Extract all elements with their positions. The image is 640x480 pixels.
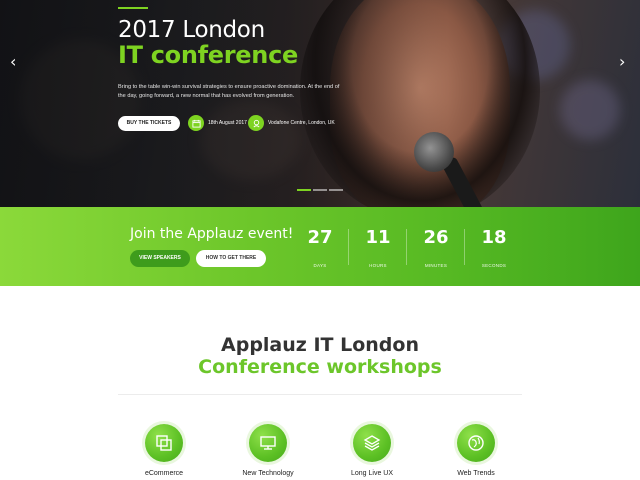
workshops-title-line2: Conference workshops bbox=[198, 356, 442, 378]
countdown-hours-unit: HOURS bbox=[369, 263, 387, 268]
countdown-days-unit: DAYS bbox=[313, 263, 327, 268]
view-speakers-button[interactable]: VIEW SPEAKERS bbox=[130, 250, 190, 267]
slide-dot[interactable] bbox=[313, 189, 327, 191]
how-to-get-there-button[interactable]: HOW TO GET THERE bbox=[196, 250, 266, 267]
globe-icon bbox=[457, 424, 495, 462]
workshop-label: eCommerce bbox=[144, 470, 184, 477]
buy-tickets-button[interactable]: BUY THE TICKETS bbox=[118, 116, 180, 131]
countdown-seconds: 18 SECONDS bbox=[466, 227, 522, 268]
countdown-minutes-value: 26 bbox=[423, 227, 449, 248]
event-date-label: 18th August 2017 bbox=[208, 120, 247, 126]
countdown-hours-value: 11 bbox=[365, 227, 391, 248]
join-event-heading: Join the Applauz event! bbox=[130, 226, 294, 242]
event-date: 18th August 2017 bbox=[188, 115, 247, 131]
slide-dot[interactable] bbox=[329, 189, 343, 191]
title-accent-line bbox=[118, 7, 148, 9]
hero-title-line1: 2017 London bbox=[118, 17, 265, 43]
countdown-divider bbox=[348, 229, 349, 265]
event-location: Vodafone Centre, London, UK bbox=[248, 115, 335, 131]
hero-description: Bring to the table win-win survival stra… bbox=[118, 84, 340, 99]
monitor-icon bbox=[249, 424, 287, 462]
countdown-seconds-unit: SECONDS bbox=[481, 263, 507, 268]
workshop-label: Web Trends bbox=[457, 470, 495, 477]
countdown-hours: 11 HOURS bbox=[350, 227, 406, 268]
countdown-minutes-unit: MINUTES bbox=[424, 263, 448, 268]
countdown-divider bbox=[406, 229, 407, 265]
workshop-web-trends[interactable]: Web Trends bbox=[431, 424, 521, 477]
section-divider bbox=[118, 394, 522, 395]
hero-overlay bbox=[0, 0, 640, 207]
workshop-ecommerce[interactable]: eCommerce bbox=[119, 424, 209, 477]
countdown-days-value: 27 bbox=[307, 227, 333, 248]
prev-slide-arrow-icon[interactable]: ‹ bbox=[10, 54, 22, 70]
slide-dot[interactable] bbox=[297, 189, 311, 191]
layers-icon bbox=[353, 424, 391, 462]
workshop-label: New Technology bbox=[242, 470, 294, 477]
countdown-divider bbox=[464, 229, 465, 265]
slider-pagination bbox=[297, 189, 343, 191]
workshop-new-technology[interactable]: New Technology bbox=[223, 424, 313, 477]
overlapping-squares-icon bbox=[145, 424, 183, 462]
calendar-icon bbox=[188, 115, 204, 131]
event-countdown-band: Join the Applauz event! VIEW SPEAKERS HO… bbox=[0, 207, 640, 286]
event-location-label: Vodafone Centre, London, UK bbox=[268, 120, 335, 126]
next-slide-arrow-icon[interactable]: › bbox=[619, 54, 631, 70]
countdown-days: 27 DAYS bbox=[292, 227, 348, 268]
countdown-seconds-value: 18 bbox=[481, 227, 507, 248]
countdown-minutes: 26 MINUTES bbox=[408, 227, 464, 268]
location-pin-icon bbox=[248, 115, 264, 131]
hero-slider: 2017 London IT conference Bring to the t… bbox=[0, 0, 640, 207]
hero-title-line2: IT conference bbox=[118, 41, 298, 69]
workshop-long-live-ux[interactable]: Long Live UX bbox=[327, 424, 417, 477]
workshops-title-line1: Applauz IT London bbox=[221, 334, 419, 356]
workshop-label: Long Live UX bbox=[350, 470, 394, 477]
